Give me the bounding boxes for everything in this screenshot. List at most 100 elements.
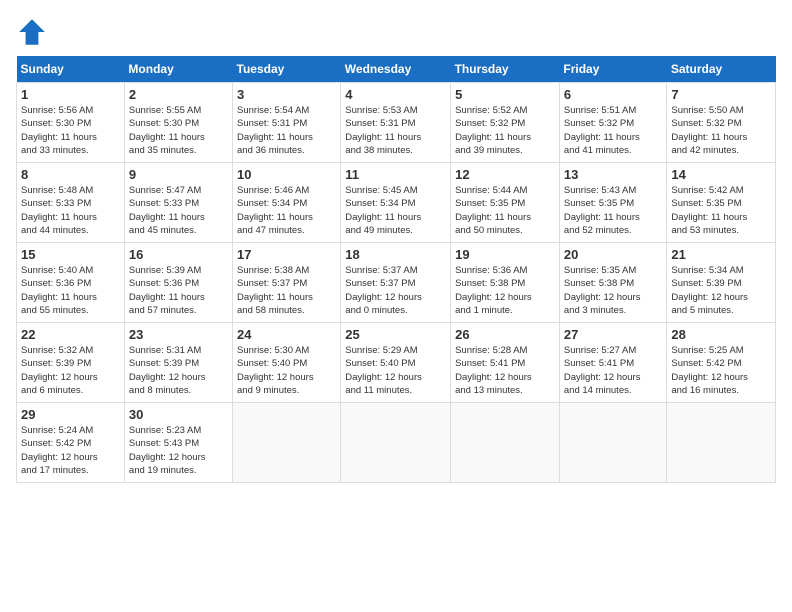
day-detail: Sunrise: 5:29 AMSunset: 5:40 PMDaylight:… <box>345 344 446 397</box>
day-cell: 16 Sunrise: 5:39 AMSunset: 5:36 PMDayligh… <box>124 243 232 323</box>
day-detail: Sunrise: 5:50 AMSunset: 5:32 PMDaylight:… <box>671 104 771 157</box>
day-detail: Sunrise: 5:52 AMSunset: 5:32 PMDaylight:… <box>455 104 555 157</box>
day-cell: 12 Sunrise: 5:44 AMSunset: 5:35 PMDayligh… <box>451 163 560 243</box>
day-cell: 8 Sunrise: 5:48 AMSunset: 5:33 PMDaylight… <box>17 163 125 243</box>
day-number: 3 <box>237 87 336 102</box>
day-cell: 14 Sunrise: 5:42 AMSunset: 5:35 PMDayligh… <box>667 163 776 243</box>
calendar-table: SundayMondayTuesdayWednesdayThursdayFrid… <box>16 56 776 483</box>
day-number: 10 <box>237 167 336 182</box>
day-number: 11 <box>345 167 446 182</box>
day-detail: Sunrise: 5:38 AMSunset: 5:37 PMDaylight:… <box>237 264 336 317</box>
day-number: 7 <box>671 87 771 102</box>
logo <box>16 16 52 48</box>
day-cell: 17Sunrise: 5:38 AMSunset: 5:37 PMDayligh… <box>233 243 341 323</box>
day-cell: 13 Sunrise: 5:43 AMSunset: 5:35 PMDayligh… <box>559 163 666 243</box>
day-number: 26 <box>455 327 555 342</box>
day-detail: Sunrise: 5:47 AMSunset: 5:33 PMDaylight:… <box>129 184 228 237</box>
day-number: 2 <box>129 87 228 102</box>
day-cell: 6Sunrise: 5:51 AMSunset: 5:32 PMDaylight… <box>559 83 666 163</box>
header-row: SundayMondayTuesdayWednesdayThursdayFrid… <box>17 56 776 83</box>
day-number: 14 <box>671 167 771 182</box>
day-cell: 28 Sunrise: 5:25 AMSunset: 5:42 PMDayligh… <box>667 323 776 403</box>
day-detail: Sunrise: 5:28 AMSunset: 5:41 PMDaylight:… <box>455 344 555 397</box>
day-number: 22 <box>21 327 120 342</box>
day-detail: Sunrise: 5:42 AMSunset: 5:35 PMDaylight:… <box>671 184 771 237</box>
day-number: 24 <box>237 327 336 342</box>
day-number: 15 <box>21 247 120 262</box>
day-cell: 11 Sunrise: 5:45 AMSunset: 5:34 PMDayligh… <box>341 163 451 243</box>
day-number: 23 <box>129 327 228 342</box>
day-cell: 1 Sunrise: 5:56 AMSunset: 5:30 PMDaylight… <box>17 83 125 163</box>
col-header-wednesday: Wednesday <box>341 56 451 83</box>
day-detail: Sunrise: 5:55 AMSunset: 5:30 PMDaylight:… <box>129 104 228 157</box>
day-detail: Sunrise: 5:48 AMSunset: 5:33 PMDaylight:… <box>21 184 120 237</box>
day-detail: Sunrise: 5:34 AMSunset: 5:39 PMDaylight:… <box>671 264 771 317</box>
day-cell <box>451 403 560 483</box>
day-number: 13 <box>564 167 662 182</box>
day-number: 20 <box>564 247 662 262</box>
col-header-tuesday: Tuesday <box>233 56 341 83</box>
day-cell: 3 Sunrise: 5:54 AMSunset: 5:31 PMDaylight… <box>233 83 341 163</box>
day-number: 5 <box>455 87 555 102</box>
col-header-sunday: Sunday <box>17 56 125 83</box>
day-number: 29 <box>21 407 120 422</box>
day-number: 4 <box>345 87 446 102</box>
day-number: 16 <box>129 247 228 262</box>
day-detail: Sunrise: 5:31 AMSunset: 5:39 PMDaylight:… <box>129 344 228 397</box>
day-cell: 27 Sunrise: 5:27 AMSunset: 5:41 PMDayligh… <box>559 323 666 403</box>
day-number: 12 <box>455 167 555 182</box>
day-cell: 25 Sunrise: 5:29 AMSunset: 5:40 PMDayligh… <box>341 323 451 403</box>
day-number: 28 <box>671 327 771 342</box>
day-cell: 24Sunrise: 5:30 AMSunset: 5:40 PMDayligh… <box>233 323 341 403</box>
day-detail: Sunrise: 5:40 AMSunset: 5:36 PMDaylight:… <box>21 264 120 317</box>
day-number: 25 <box>345 327 446 342</box>
day-detail: Sunrise: 5:56 AMSunset: 5:30 PMDaylight:… <box>21 104 120 157</box>
day-detail: Sunrise: 5:27 AMSunset: 5:41 PMDaylight:… <box>564 344 662 397</box>
col-header-monday: Monday <box>124 56 232 83</box>
day-detail: Sunrise: 5:43 AMSunset: 5:35 PMDaylight:… <box>564 184 662 237</box>
day-detail: Sunrise: 5:39 AMSunset: 5:36 PMDaylight:… <box>129 264 228 317</box>
day-detail: Sunrise: 5:46 AMSunset: 5:34 PMDaylight:… <box>237 184 336 237</box>
day-detail: Sunrise: 5:37 AMSunset: 5:37 PMDaylight:… <box>345 264 446 317</box>
day-cell: 10 Sunrise: 5:46 AMSunset: 5:34 PMDayligh… <box>233 163 341 243</box>
day-cell: 5 Sunrise: 5:52 AMSunset: 5:32 PMDaylight… <box>451 83 560 163</box>
day-number: 8 <box>21 167 120 182</box>
week-row-3: 15 Sunrise: 5:40 AMSunset: 5:36 PMDayligh… <box>17 243 776 323</box>
page-header <box>16 16 776 48</box>
day-cell <box>341 403 451 483</box>
week-row-5: 29 Sunrise: 5:24 AMSunset: 5:42 PMDayligh… <box>17 403 776 483</box>
day-number: 30 <box>129 407 228 422</box>
day-cell: 4 Sunrise: 5:53 AMSunset: 5:31 PMDaylight… <box>341 83 451 163</box>
day-cell: 29 Sunrise: 5:24 AMSunset: 5:42 PMDayligh… <box>17 403 125 483</box>
day-number: 19 <box>455 247 555 262</box>
day-detail: Sunrise: 5:24 AMSunset: 5:42 PMDaylight:… <box>21 424 120 477</box>
day-detail: Sunrise: 5:53 AMSunset: 5:31 PMDaylight:… <box>345 104 446 157</box>
day-detail: Sunrise: 5:35 AMSunset: 5:38 PMDaylight:… <box>564 264 662 317</box>
day-detail: Sunrise: 5:25 AMSunset: 5:42 PMDaylight:… <box>671 344 771 397</box>
day-cell: 21Sunrise: 5:34 AMSunset: 5:39 PMDayligh… <box>667 243 776 323</box>
day-number: 18 <box>345 247 446 262</box>
day-cell: 23 Sunrise: 5:31 AMSunset: 5:39 PMDayligh… <box>124 323 232 403</box>
day-cell: 9 Sunrise: 5:47 AMSunset: 5:33 PMDaylight… <box>124 163 232 243</box>
day-cell: 20 Sunrise: 5:35 AMSunset: 5:38 PMDayligh… <box>559 243 666 323</box>
day-detail: Sunrise: 5:44 AMSunset: 5:35 PMDaylight:… <box>455 184 555 237</box>
day-cell: 22Sunrise: 5:32 AMSunset: 5:39 PMDayligh… <box>17 323 125 403</box>
week-row-2: 8 Sunrise: 5:48 AMSunset: 5:33 PMDaylight… <box>17 163 776 243</box>
day-detail: Sunrise: 5:51 AMSunset: 5:32 PMDaylight:… <box>564 104 662 157</box>
logo-icon <box>16 16 48 48</box>
day-number: 9 <box>129 167 228 182</box>
day-detail: Sunrise: 5:54 AMSunset: 5:31 PMDaylight:… <box>237 104 336 157</box>
day-cell: 2 Sunrise: 5:55 AMSunset: 5:30 PMDaylight… <box>124 83 232 163</box>
day-detail: Sunrise: 5:45 AMSunset: 5:34 PMDaylight:… <box>345 184 446 237</box>
day-cell <box>559 403 666 483</box>
day-cell <box>667 403 776 483</box>
col-header-friday: Friday <box>559 56 666 83</box>
col-header-thursday: Thursday <box>451 56 560 83</box>
day-cell: 7 Sunrise: 5:50 AMSunset: 5:32 PMDaylight… <box>667 83 776 163</box>
day-cell: 15 Sunrise: 5:40 AMSunset: 5:36 PMDayligh… <box>17 243 125 323</box>
day-cell: 26 Sunrise: 5:28 AMSunset: 5:41 PMDayligh… <box>451 323 560 403</box>
day-number: 27 <box>564 327 662 342</box>
day-cell: 30 Sunrise: 5:23 AMSunset: 5:43 PMDayligh… <box>124 403 232 483</box>
day-detail: Sunrise: 5:23 AMSunset: 5:43 PMDaylight:… <box>129 424 228 477</box>
day-number: 1 <box>21 87 120 102</box>
